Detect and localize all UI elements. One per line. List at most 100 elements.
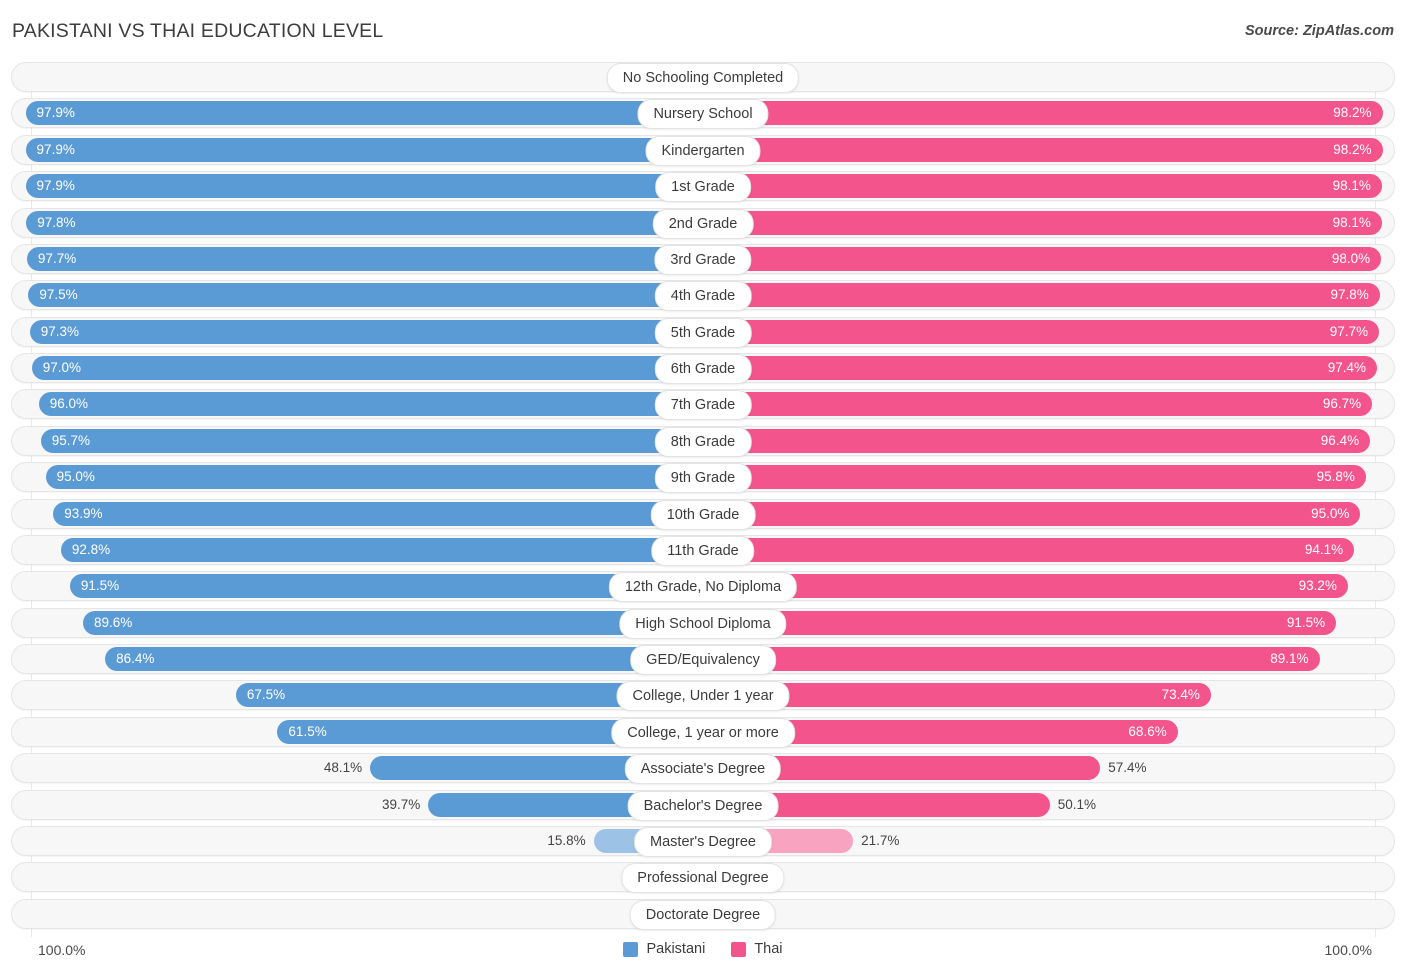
bar-pakistani: 97.5% (28, 283, 703, 307)
bar-value-thai: 97.8% (1330, 283, 1368, 307)
bar-value-thai: 95.8% (1317, 465, 1355, 489)
category-label: 8th Grade (655, 427, 752, 457)
legend-swatch-icon (623, 942, 638, 957)
category-label: 5th Grade (655, 318, 752, 348)
category-label: Master's Degree (634, 827, 772, 857)
category-label: 3rd Grade (654, 245, 751, 275)
bar-row: 97.0%97.4%6th Grade (0, 353, 1406, 383)
bar-value-pakistani: 39.7% (382, 793, 420, 817)
category-label: Bachelor's Degree (628, 791, 779, 821)
bar-row: 4.8%6.1%Professional Degree (0, 862, 1406, 892)
bar-value-thai: 89.1% (1270, 647, 1308, 671)
bar-value-pakistani: 92.8% (72, 538, 110, 562)
bar-value-pakistani: 91.5% (81, 574, 119, 598)
bar-value-pakistani: 93.9% (64, 502, 102, 526)
bar-value-thai: 50.1% (1058, 793, 1096, 817)
category-label: 6th Grade (655, 354, 752, 384)
bar-thai: 98.2% (703, 101, 1383, 125)
bar-row: 96.0%96.7%7th Grade (0, 389, 1406, 419)
bar-pakistani: 97.8% (26, 211, 703, 235)
bar-value-thai: 21.7% (861, 829, 899, 853)
category-label: 2nd Grade (653, 209, 754, 239)
category-label: 11th Grade (651, 536, 754, 566)
bar-row: 97.9% 98.2% Nursery School (0, 98, 1406, 128)
chart-footer: 100.0% 100.0% PakistaniThai (0, 937, 1406, 975)
bar-thai: 97.7% (703, 320, 1379, 344)
legend-swatch-icon (731, 942, 746, 957)
category-label: 1st Grade (655, 172, 751, 202)
bar-value-pakistani: 97.9% (37, 101, 75, 125)
bar-thai: 97.8% (703, 283, 1380, 307)
bar-row: 93.9% 95.0% 10th Grade (0, 499, 1406, 529)
chart-header: PAKISTANI VS THAI EDUCATION LEVEL Source… (0, 0, 1406, 62)
bar-thai: 98.1% (703, 174, 1382, 198)
legend-item: Thai (731, 941, 782, 957)
bar-thai: 95.8% (703, 465, 1366, 489)
bar-value-pakistani: 97.7% (38, 247, 76, 271)
category-label: 10th Grade (651, 500, 756, 530)
bar-row: 15.8% 21.7% Master's Degree (0, 826, 1406, 856)
bar-row: 97.8% 98.1% 2nd Grade (0, 208, 1406, 238)
category-label: Doctorate Degree (630, 900, 776, 930)
bar-value-pakistani: 95.0% (57, 465, 95, 489)
bar-value-thai: 97.7% (1330, 320, 1368, 344)
bar-value-pakistani: 15.8% (547, 829, 585, 853)
bar-value-thai: 98.1% (1333, 174, 1371, 198)
bar-row: 48.1%57.4%Associate's Degree (0, 753, 1406, 783)
bar-thai: 98.1% (703, 211, 1382, 235)
bar-row: 92.8% 94.1%11th Grade (0, 535, 1406, 565)
bar-value-thai: 68.6% (1128, 720, 1166, 744)
chart-legend: Pakistani Thai (0, 941, 1406, 957)
bar-row: 97.7% 98.0%3rd Grade (0, 244, 1406, 274)
bar-pakistani: 89.6% (83, 611, 703, 635)
bar-row: 97.9% 98.1% 1st Grade (0, 171, 1406, 201)
bar-value-thai: 96.4% (1321, 429, 1359, 453)
bar-thai: 94.1% (703, 538, 1354, 562)
category-label: 7th Grade (655, 390, 752, 420)
bar-value-pakistani: 67.5% (247, 683, 285, 707)
bar-value-thai: 98.1% (1333, 211, 1371, 235)
bar-row: 91.5%93.2%12th Grade, No Diploma (0, 571, 1406, 601)
bar-value-thai: 98.2% (1333, 101, 1371, 125)
legend-label: Thai (754, 941, 782, 957)
bar-pakistani: 93.9% (53, 502, 703, 526)
bar-value-pakistani: 97.9% (37, 174, 75, 198)
category-label: No Schooling Completed (607, 63, 799, 93)
bar-value-thai: 98.2% (1333, 138, 1371, 162)
bar-value-pakistani: 97.3% (41, 320, 79, 344)
bar-row: 86.4%89.1%GED/Equivalency (0, 644, 1406, 674)
category-label: Associate's Degree (625, 754, 781, 784)
bar-pakistani: 97.3% (30, 320, 703, 344)
bar-row: 97.5%97.8%4th Grade (0, 280, 1406, 310)
source-attribution: Source: ZipAtlas.com (1245, 23, 1394, 39)
page-title: PAKISTANI VS THAI EDUCATION LEVEL (12, 20, 383, 43)
bar-thai: 96.4% (703, 429, 1370, 453)
bar-row: 67.5%73.4%College, Under 1 year (0, 680, 1406, 710)
bar-value-thai: 97.4% (1328, 356, 1366, 380)
category-label: Professional Degree (621, 863, 784, 893)
bar-value-pakistani: 97.5% (39, 283, 77, 307)
bar-rows-container: 2.1%1.8%No Schooling Completed97.9%98.2%… (0, 62, 1406, 935)
bar-value-pakistani: 48.1% (324, 756, 362, 780)
bar-value-thai: 95.0% (1311, 502, 1349, 526)
legend-item: Pakistani (623, 941, 705, 957)
bar-pakistani: 97.7% (27, 247, 703, 271)
bar-thai: 98.0% (703, 247, 1381, 271)
category-label: Kindergarten (645, 136, 760, 166)
bar-row: 95.7% 96.4% 8th Grade (0, 426, 1406, 456)
bar-value-thai: 93.2% (1299, 574, 1337, 598)
bar-pakistani: 97.9% (26, 138, 703, 162)
category-label: GED/Equivalency (630, 645, 776, 675)
category-label: Nursery School (637, 99, 768, 129)
bar-pakistani: 95.0% (46, 465, 703, 489)
bar-pakistani: 97.9% (26, 174, 703, 198)
bar-pakistani: 92.8% (61, 538, 703, 562)
bar-thai: 93.2% (703, 574, 1348, 598)
bar-row: 2.0%2.8%Doctorate Degree (0, 899, 1406, 929)
bar-value-pakistani: 95.7% (52, 429, 90, 453)
legend-label: Pakistani (646, 941, 705, 957)
bar-pakistani: 97.9% (26, 101, 703, 125)
bar-thai: 91.5% (703, 611, 1336, 635)
bar-thai: 97.4% (703, 356, 1377, 380)
bar-pakistani: 96.0% (39, 392, 703, 416)
